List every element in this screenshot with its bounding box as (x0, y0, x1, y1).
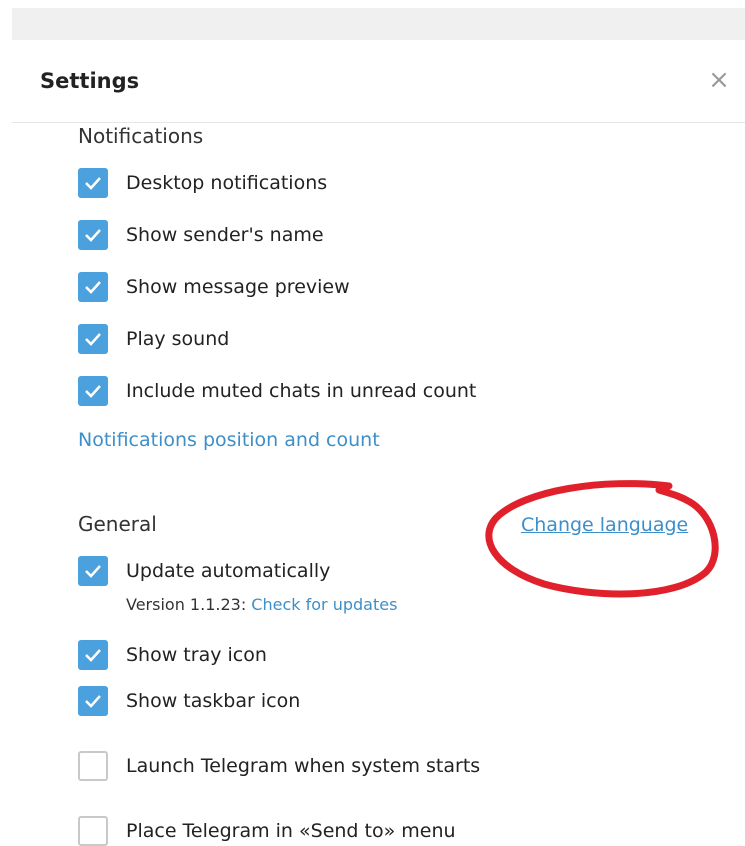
option-label: Show message preview (126, 276, 350, 298)
checkbox-include-muted-chats[interactable] (78, 376, 108, 406)
option-label: Place Telegram in «Send to» menu (126, 820, 456, 842)
settings-header: Settings × (12, 40, 745, 123)
option-label: Desktop notifications (126, 172, 328, 194)
checkmark-icon (85, 177, 101, 190)
option-label: Show tray icon (126, 644, 267, 666)
option-label: Launch Telegram when system starts (126, 755, 481, 777)
version-text: Version 1.1.23: (126, 595, 247, 614)
checkmark-icon (85, 333, 101, 346)
checkbox-desktop-notifications[interactable] (78, 168, 108, 198)
general-option-taskbar-icon[interactable]: Show taskbar icon (78, 686, 300, 716)
checkbox-show-sender-name[interactable] (78, 220, 108, 250)
option-label: Update automatically (126, 560, 331, 582)
option-label: Play sound (126, 328, 230, 350)
checkbox-show-taskbar-icon[interactable] (78, 686, 108, 716)
checkbox-play-sound[interactable] (78, 324, 108, 354)
general-section-title: General (78, 512, 157, 536)
checkmark-icon (85, 281, 101, 294)
checkbox-launch-at-startup[interactable] (78, 751, 108, 781)
check-for-updates-link[interactable]: Check for updates (251, 595, 397, 614)
checkbox-show-tray-icon[interactable] (78, 640, 108, 670)
general-option-launch-at-startup[interactable]: Launch Telegram when system starts (78, 751, 480, 781)
checkmark-icon (85, 385, 101, 398)
notifications-position-link[interactable]: Notifications position and count (78, 429, 380, 451)
general-option-update-automatically[interactable]: Update automatically (78, 556, 330, 586)
checkmark-icon (85, 565, 101, 578)
checkmark-icon (85, 229, 101, 242)
close-icon[interactable]: × (707, 66, 731, 94)
checkbox-show-message-preview[interactable] (78, 272, 108, 302)
general-option-tray-icon[interactable]: Show tray icon (78, 640, 267, 670)
notification-option-message-preview[interactable]: Show message preview (78, 272, 350, 302)
checkmark-icon (85, 649, 101, 662)
notification-option-sender-name[interactable]: Show sender's name (78, 220, 324, 250)
checkbox-update-automatically[interactable] (78, 556, 108, 586)
option-label: Show taskbar icon (126, 690, 301, 712)
notification-option-desktop[interactable]: Desktop notifications (78, 168, 327, 198)
version-line: Version 1.1.23: Check for updates (126, 595, 397, 614)
notification-option-play-sound[interactable]: Play sound (78, 324, 229, 354)
checkmark-icon (85, 695, 101, 708)
checkbox-send-to-menu[interactable] (78, 816, 108, 846)
page-title: Settings (40, 69, 140, 93)
notification-option-muted-chats[interactable]: Include muted chats in unread count (78, 376, 476, 406)
notifications-section-title: Notifications (78, 124, 204, 148)
red-annotation-circle (485, 480, 719, 598)
top-strip (12, 8, 745, 40)
option-label: Show sender's name (126, 224, 324, 246)
option-label: Include muted chats in unread count (126, 380, 477, 402)
general-option-send-to-menu[interactable]: Place Telegram in «Send to» menu (78, 816, 456, 846)
